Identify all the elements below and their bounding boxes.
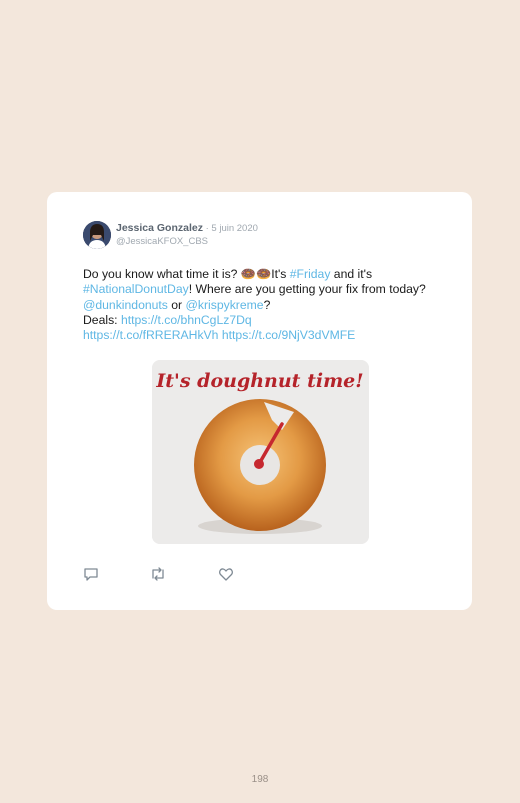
text-part: ! Where are you getting your fix from to… — [188, 282, 426, 297]
tweet-card: Jessica Gonzalez · 5 juin 2020 @JessicaK… — [47, 192, 472, 610]
deals-link-3[interactable]: https://t.co/9NjV3dVMFE — [222, 328, 355, 342]
text-part: ? — [263, 297, 271, 312]
mention-krispykreme[interactable]: @krispykreme — [186, 298, 264, 312]
text-part: Do you know what time it is? — [83, 267, 241, 281]
deals-link-2[interactable]: https://t.co/fRRERAHkVh — [83, 328, 218, 342]
like-icon[interactable] — [218, 566, 234, 582]
text-part: It's — [271, 267, 290, 281]
retweet-icon[interactable] — [150, 566, 166, 582]
deals-label: Deals: — [83, 312, 121, 327]
mention-dunkindonuts[interactable]: @dunkindonuts — [83, 298, 168, 312]
tweet-image[interactable]: It's doughnut time! — [152, 360, 369, 544]
author-handle[interactable]: @JessicaKFOX_CBS — [116, 236, 208, 247]
avatar[interactable] — [83, 221, 111, 249]
tweet-text: Do you know what time it is? 🍩🍩It's #Fri… — [83, 267, 433, 343]
tweet-date[interactable]: 5 juin 2020 — [211, 223, 257, 234]
hashtag-friday[interactable]: #Friday — [290, 267, 331, 281]
reply-icon[interactable] — [83, 566, 99, 582]
text-part: and it's — [330, 267, 373, 281]
donut-emoji: 🍩🍩 — [240, 267, 272, 281]
image-caption: It's doughnut time! — [155, 370, 363, 392]
text-part: or — [167, 297, 186, 312]
hashtag-national-donut-day[interactable]: #NationalDonutDay — [83, 282, 189, 296]
deals-link-1[interactable]: https://t.co/bhnCgLz7Dq — [121, 313, 252, 327]
author-line: Jessica Gonzalez · 5 juin 2020 — [116, 222, 258, 234]
author-name[interactable]: Jessica Gonzalez — [116, 222, 203, 234]
page-number: 198 — [251, 774, 269, 785]
